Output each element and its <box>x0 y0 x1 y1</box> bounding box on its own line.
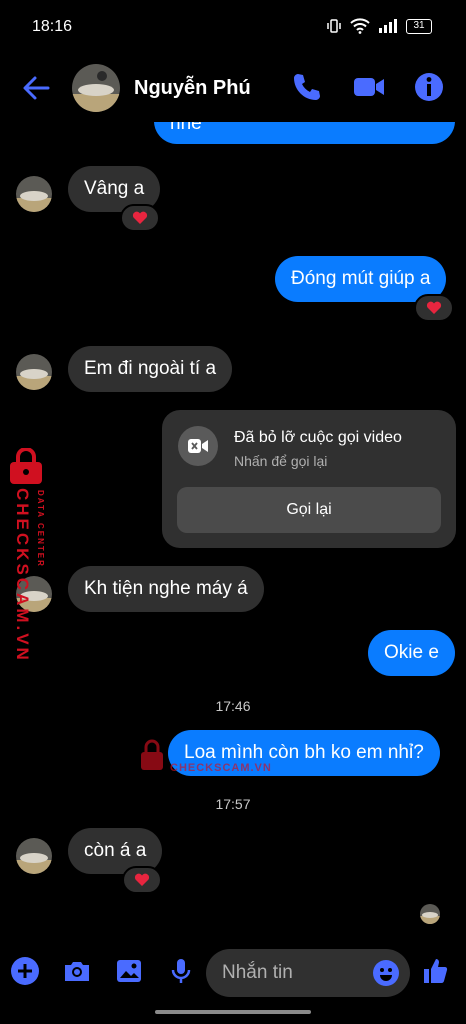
heart-reaction[interactable] <box>414 294 454 322</box>
info-icon[interactable] <box>412 70 446 104</box>
sender-avatar <box>16 354 52 390</box>
missed-call-subtitle: Nhấn để gọi lại <box>234 453 328 469</box>
watermark-mid-text: CHECKSCAM.VN <box>170 762 272 774</box>
like-thumb-icon[interactable] <box>420 956 450 986</box>
battery-icon: 31 <box>406 18 432 34</box>
status-icons: 31 <box>326 18 432 34</box>
contact-avatar[interactable] <box>72 64 120 112</box>
video-call-icon[interactable] <box>352 70 386 104</box>
lock-icon <box>10 448 42 484</box>
message-input[interactable]: Nhắn tin <box>206 949 410 997</box>
missed-video-icon <box>178 426 218 466</box>
heart-icon <box>426 301 442 314</box>
plus-icon[interactable] <box>10 956 40 986</box>
seen-receipt-avatar <box>420 904 440 924</box>
composer-bar: Nhắn tin <box>0 942 466 1004</box>
watermark-brand: CHECKSCAM.VN <box>13 488 32 663</box>
microphone-icon[interactable] <box>166 956 196 986</box>
watermark-mid: CHECKSCAM.VN <box>136 738 296 778</box>
lock-icon <box>141 739 163 770</box>
sender-avatar <box>16 838 52 874</box>
missed-video-call-card[interactable]: Đã bỏ lỡ cuộc gọi video Nhấn để gọi lại … <box>162 410 456 548</box>
heart-icon <box>132 211 148 224</box>
message-out-partial[interactable]: nhé <box>154 122 455 144</box>
status-time: 18:16 <box>32 18 73 35</box>
message-list[interactable]: nhé Vâng a Đóng mút giúp a Em đi ngoài t… <box>0 122 466 942</box>
sender-avatar <box>16 176 52 212</box>
call-back-button[interactable]: Gọi lại <box>177 487 441 533</box>
wifi-icon <box>350 18 370 34</box>
chat-header: Nguyễn Phú <box>0 56 466 122</box>
back-arrow-icon[interactable] <box>20 72 52 104</box>
emoji-icon[interactable] <box>372 959 400 987</box>
timestamp: 17:46 <box>215 698 251 714</box>
signal-icon <box>379 19 397 33</box>
message-out[interactable]: Okie e <box>368 630 455 676</box>
status-bar: 18:16 31 <box>0 0 466 56</box>
message-in[interactable]: Em đi ngoài tí a <box>68 346 233 392</box>
gallery-icon[interactable] <box>114 956 144 986</box>
vibrate-icon <box>327 19 341 33</box>
heart-icon <box>134 873 150 886</box>
watermark-side: CHECKSCAM.VN DATA CENTER <box>4 448 54 663</box>
watermark-tag: DATA CENTER <box>36 490 45 568</box>
message-input-placeholder: Nhắn tin <box>222 962 293 983</box>
camera-icon[interactable] <box>62 956 92 986</box>
heart-reaction[interactable] <box>120 204 160 232</box>
phone-call-icon[interactable] <box>290 70 324 104</box>
timestamp: 17:57 <box>215 796 251 812</box>
message-in[interactable]: Kh tiện nghe máy á <box>68 566 264 612</box>
missed-call-title: Đã bỏ lỡ cuộc gọi video <box>234 429 402 446</box>
contact-name[interactable]: Nguyễn Phú <box>134 77 251 100</box>
heart-reaction[interactable] <box>122 866 162 894</box>
home-indicator <box>155 1010 311 1014</box>
